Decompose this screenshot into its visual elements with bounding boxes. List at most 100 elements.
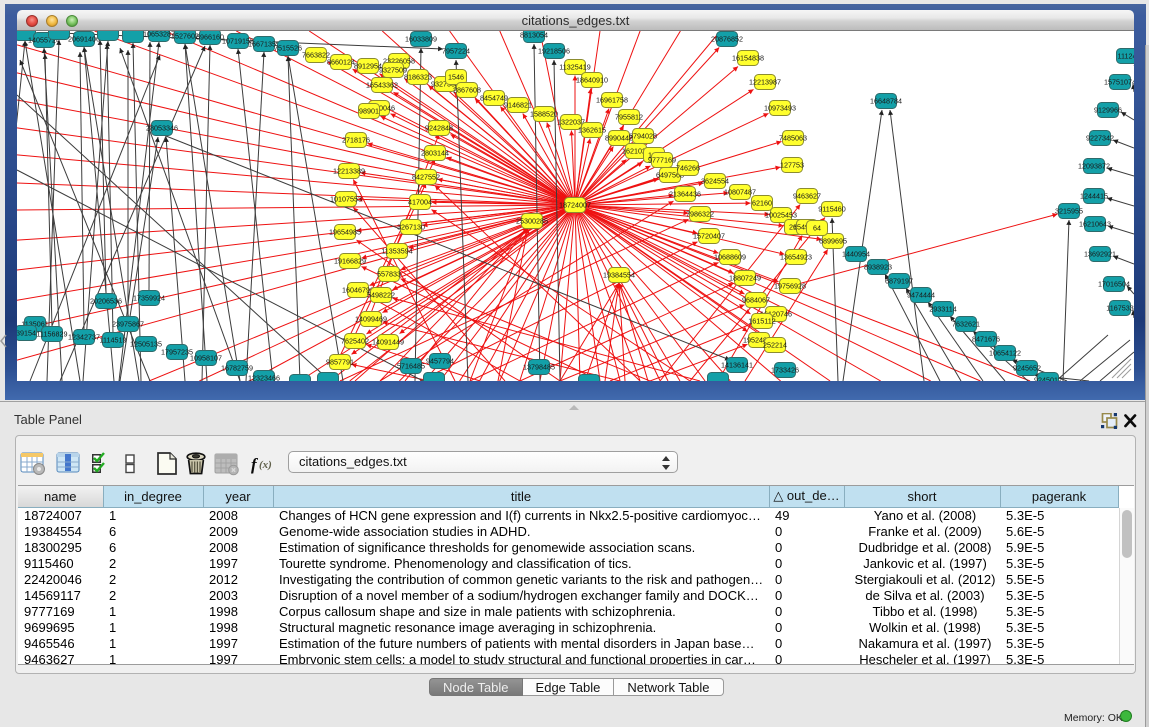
svg-text:10958107: 10958107 <box>190 354 222 363</box>
svg-text:10807487: 10807487 <box>724 188 756 197</box>
svg-text:6879197: 6879197 <box>885 277 913 286</box>
svg-text:9327509: 9327509 <box>379 66 407 75</box>
svg-text:12213987: 12213987 <box>749 78 781 87</box>
svg-text:16033809: 16033809 <box>405 35 437 44</box>
svg-text:7663822: 7663822 <box>302 51 330 60</box>
svg-text:9146821: 9146821 <box>504 101 532 110</box>
svg-text:10654122: 10654122 <box>989 349 1021 358</box>
svg-text:16648784: 16648784 <box>870 97 902 106</box>
svg-text:8938923: 8938923 <box>864 263 892 272</box>
svg-text:16543362: 16543362 <box>366 81 398 90</box>
svg-text:19654985: 19654985 <box>329 228 361 237</box>
svg-text:19384554: 19384554 <box>603 271 635 280</box>
svg-text:6794028: 6794028 <box>629 132 657 141</box>
svg-text:(x): (x) <box>259 459 272 471</box>
svg-text:7986322: 7986322 <box>686 210 714 219</box>
svg-text:2933114: 2933114 <box>929 305 956 314</box>
svg-text:11156829: 11156829 <box>37 330 68 339</box>
svg-text:3624554: 3624554 <box>701 177 729 186</box>
svg-text:20876852: 20876852 <box>711 35 743 44</box>
svg-text:19218506: 19218506 <box>538 47 570 56</box>
svg-text:9457794: 9457794 <box>426 357 454 366</box>
svg-text:21364436: 21364436 <box>669 190 701 199</box>
svg-text:1546: 1546 <box>448 73 464 82</box>
svg-text:11353594: 11353594 <box>381 247 412 256</box>
svg-text:9857791: 9857791 <box>326 358 354 367</box>
svg-text:64: 64 <box>813 224 821 233</box>
svg-text:7955812: 7955812 <box>615 113 643 122</box>
svg-text:1114519: 1114519 <box>100 336 127 345</box>
svg-text:10025453: 10025453 <box>765 211 797 220</box>
svg-text:12505135: 12505135 <box>130 340 162 349</box>
svg-text:16782759: 16782759 <box>221 364 253 373</box>
svg-text:417004: 417004 <box>408 198 432 207</box>
svg-text:17016504: 17016504 <box>1098 280 1130 289</box>
svg-text:12213389: 12213389 <box>333 167 365 176</box>
svg-text:19166829: 19166829 <box>334 257 366 266</box>
svg-text:9684067: 9684067 <box>742 296 770 305</box>
svg-text:25300285: 25300285 <box>516 217 548 226</box>
svg-text:746266: 746266 <box>676 164 700 173</box>
svg-text:10973493: 10973493 <box>764 104 796 113</box>
svg-text:23975867: 23975867 <box>112 320 144 329</box>
svg-text:1588520: 1588520 <box>530 110 558 119</box>
svg-text:10107553: 10107553 <box>330 195 362 204</box>
svg-text:2803144: 2803144 <box>421 149 449 158</box>
svg-text:127753: 127753 <box>780 161 804 170</box>
svg-text:14136141: 14136141 <box>721 361 753 370</box>
svg-text:9242848: 9242848 <box>425 124 453 133</box>
svg-text:28053346: 28053346 <box>146 124 178 133</box>
svg-text:18724007: 18724007 <box>559 201 591 210</box>
svg-text:39154: 39154 <box>17 329 36 338</box>
svg-text:f: f <box>251 455 259 474</box>
svg-text:15751074: 15751074 <box>1104 78 1134 87</box>
svg-text:6966160: 6966160 <box>196 33 224 42</box>
svg-text:9227342: 9227342 <box>1086 134 1114 143</box>
svg-text:13692921: 13692921 <box>1084 250 1116 259</box>
svg-text:12323466: 12323466 <box>248 374 280 382</box>
svg-text:19756928: 19756928 <box>774 282 806 291</box>
svg-text:7485063: 7485063 <box>779 134 807 143</box>
svg-text:18640910: 18640910 <box>576 76 608 85</box>
svg-text:18807249: 18807249 <box>729 274 761 283</box>
svg-text:20206536: 20206536 <box>90 297 122 306</box>
svg-text:20691406: 20691406 <box>68 35 100 44</box>
svg-text:11124: 11124 <box>1118 52 1134 61</box>
svg-text:12342737: 12342737 <box>68 333 100 342</box>
svg-text:12093872: 12093872 <box>1078 162 1110 171</box>
svg-text:13798485: 13798485 <box>523 363 555 372</box>
svg-text:62160: 62160 <box>752 199 772 208</box>
svg-text:1733426: 1733426 <box>771 366 799 375</box>
svg-text:7632621: 7632621 <box>952 320 980 329</box>
svg-text:16961758: 16961758 <box>596 96 628 105</box>
svg-text:9129966: 9129966 <box>1094 106 1122 115</box>
svg-text:7625402: 7625402 <box>341 337 369 346</box>
svg-text:17957235: 17957235 <box>161 348 193 357</box>
svg-text:98901: 98901 <box>359 107 379 116</box>
svg-text:11325419: 11325419 <box>559 63 590 72</box>
svg-text:7515526: 7515526 <box>274 44 302 53</box>
svg-text:9474444: 9474444 <box>907 291 935 300</box>
svg-text:8471676: 8471676 <box>972 335 1000 344</box>
svg-text:1440954: 1440954 <box>842 250 870 259</box>
svg-text:8186323: 8186323 <box>404 73 432 82</box>
svg-text:8912954: 8912954 <box>354 62 382 71</box>
svg-text:14099469: 14099469 <box>355 315 387 324</box>
svg-text:16210643: 16210643 <box>1079 220 1111 229</box>
svg-text:2718176: 2718176 <box>342 136 370 145</box>
svg-text:15720407: 15720407 <box>693 232 725 241</box>
svg-text:5716485: 5716485 <box>397 362 425 371</box>
svg-text:10688609: 10688609 <box>714 253 746 262</box>
svg-text:1527602: 1527602 <box>171 32 199 41</box>
svg-text:5498222: 5498222 <box>367 291 395 300</box>
svg-text:13654923: 13654923 <box>780 253 812 262</box>
svg-text:2867608: 2867608 <box>453 86 481 95</box>
svg-text:1167533: 1167533 <box>1106 304 1133 313</box>
svg-text:7957224: 7957224 <box>442 47 470 56</box>
svg-text:17359924: 17359924 <box>133 294 165 303</box>
svg-text:9115460: 9115460 <box>818 205 845 214</box>
svg-text:6899695: 6899695 <box>819 237 847 246</box>
svg-text:1615112: 1615112 <box>748 317 775 326</box>
svg-text:557833: 557833 <box>377 270 401 279</box>
svg-text:9245652: 9245652 <box>1013 364 1041 373</box>
